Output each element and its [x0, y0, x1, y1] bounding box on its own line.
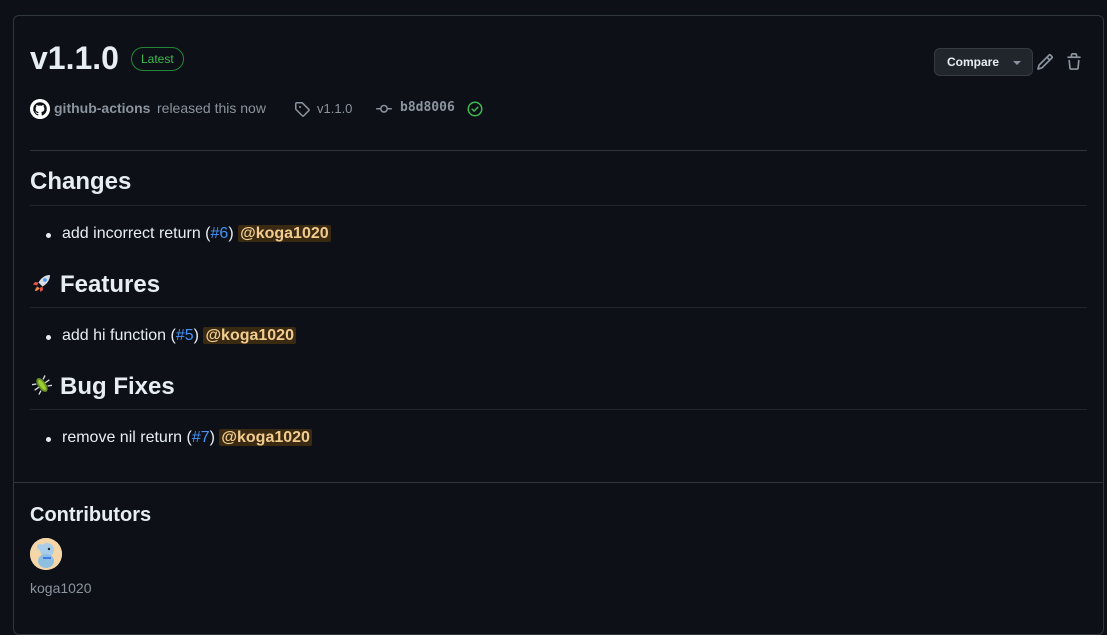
header-divider	[30, 150, 1087, 151]
trash-icon[interactable]	[1065, 53, 1083, 71]
list-item-text: )	[228, 225, 234, 242]
list-item-text: )	[193, 327, 199, 344]
commit-link[interactable]: b8d8006	[400, 100, 455, 115]
check-circle-icon[interactable]	[467, 101, 483, 117]
section-rule	[30, 307, 1087, 308]
pencil-icon[interactable]	[1036, 53, 1054, 71]
release-author-link[interactable]: github-actions	[54, 100, 150, 116]
section-title-text: Changes	[30, 168, 132, 195]
list-item: add incorrect return (#6) @koga1020	[46, 225, 331, 243]
contributor-avatar-icon	[30, 538, 62, 570]
release-version[interactable]: v1.1.0	[30, 40, 119, 76]
section-title-changes: Changes	[30, 168, 131, 196]
list-item-text: remove nil return (	[62, 429, 192, 446]
list-item-text: add hi function (	[62, 327, 176, 344]
compare-button[interactable]: Compare	[934, 48, 1033, 76]
list-item: remove nil return (#7) @koga1020	[46, 429, 312, 447]
released-text: released this now	[157, 100, 266, 116]
contributor-name[interactable]: koga1020	[30, 580, 92, 596]
release-header: v1.1.0 Latest Compare	[30, 40, 1087, 80]
github-logo-icon[interactable]	[30, 99, 50, 119]
tag-icon	[295, 102, 310, 117]
pr-link[interactable]: #5	[176, 327, 194, 344]
user-mention[interactable]: @koga1020	[203, 327, 296, 344]
release-card: v1.1.0 Latest Compare github-actions rel…	[13, 15, 1104, 635]
section-title-text: Features	[60, 271, 161, 298]
contributors-divider	[14, 482, 1103, 483]
list-item: add hi function (#5) @koga1020	[46, 327, 296, 345]
latest-badge: Latest	[131, 47, 184, 71]
release-meta: github-actions released this now v1.1.0 …	[30, 98, 1087, 120]
user-mention[interactable]: @koga1020	[238, 225, 331, 242]
section-rule	[30, 205, 1087, 206]
list-item-text: )	[209, 429, 215, 446]
tag-link[interactable]: v1.1.0	[317, 101, 352, 116]
user-mention[interactable]: @koga1020	[219, 429, 312, 446]
git-commit-icon	[376, 104, 392, 113]
caret-down-icon	[1013, 61, 1021, 65]
compare-button-label: Compare	[947, 55, 1000, 69]
section-title-features: Features	[30, 271, 160, 299]
list-item-text: add incorrect return (	[62, 225, 211, 242]
bug-icon	[31, 375, 53, 395]
pr-link[interactable]: #6	[211, 225, 229, 242]
section-rule	[30, 409, 1087, 410]
contributors-title: Contributors	[30, 504, 152, 526]
rocket-icon	[33, 275, 50, 292]
avatar[interactable]	[30, 538, 62, 570]
section-title-text: Bug Fixes	[60, 373, 175, 400]
section-title-bug-fixes: Bug Fixes	[30, 373, 175, 401]
pr-link[interactable]: #7	[192, 429, 210, 446]
